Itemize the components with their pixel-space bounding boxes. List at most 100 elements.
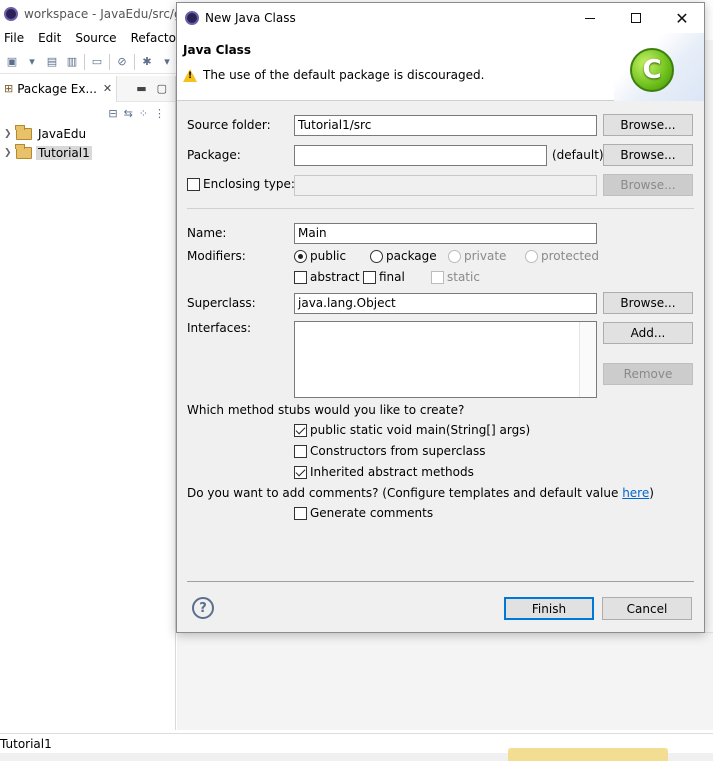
tree-item-tutorial1[interactable]: ❯ Tutorial1	[0, 143, 175, 162]
save-all-icon[interactable]: ▥	[64, 54, 80, 70]
checkbox-box	[187, 177, 200, 191]
menu-edit[interactable]: Edit	[38, 31, 61, 45]
view-window-controls: ▬ ▢	[136, 82, 175, 95]
checkbox-box	[431, 270, 444, 284]
configure-templates-link[interactable]: here	[622, 486, 649, 500]
close-button[interactable]: ✕	[659, 3, 705, 33]
source-folder-field[interactable]: Tutorial1/src	[294, 115, 597, 136]
package-default-label: (default)	[552, 148, 604, 162]
stub-constructors-label: Constructors from superclass	[310, 444, 486, 458]
radio-dot	[294, 249, 307, 263]
menu-file[interactable]: File	[4, 31, 24, 45]
class-name-field[interactable]: Main	[294, 223, 597, 244]
modifier-protected-label: protected	[541, 249, 600, 263]
dropdown-arrow-icon[interactable]: ▾	[24, 54, 40, 70]
stub-constructors-checkbox[interactable]: Constructors from superclass	[294, 444, 486, 458]
modifier-final-checkbox[interactable]: final	[363, 270, 405, 284]
close-icon[interactable]: ✕	[103, 82, 112, 95]
finish-button[interactable]: Finish	[504, 597, 594, 620]
cancel-button[interactable]: Cancel	[602, 597, 692, 620]
wizard-header: Java Class The use of the default packag…	[177, 33, 704, 101]
checkbox-box	[363, 270, 376, 284]
new-java-class-dialog: New Java Class ✕ Java Class The use of t…	[176, 2, 705, 633]
status-text: Tutorial1	[0, 736, 52, 751]
modifier-package-radio[interactable]: package	[370, 249, 437, 263]
superclass-field[interactable]: java.lang.Object	[294, 293, 597, 314]
interfaces-remove-button: Remove	[603, 363, 693, 385]
package-explorer-tab[interactable]: ⊞ Package Ex... ✕	[0, 75, 118, 102]
collapse-all-icon[interactable]: ⊟	[108, 107, 117, 120]
debug-icon[interactable]: ✱	[139, 54, 155, 70]
enclosing-type-checkbox[interactable]: Enclosing type:	[187, 177, 295, 191]
skip-breakpoints-icon[interactable]: ⊘	[114, 54, 130, 70]
chevron-right-icon[interactable]: ❯	[4, 129, 14, 139]
stub-main-checkbox[interactable]: public static void main(String[] args)	[294, 423, 530, 437]
warning-message: The use of the default package is discou…	[203, 68, 485, 82]
eclipse-window-title: workspace - JavaEdu/src/gra	[24, 7, 194, 21]
stub-main-label: public static void main(String[] args)	[310, 423, 531, 437]
tree-item-javaedu[interactable]: ❯ JavaEdu	[0, 124, 175, 143]
wizard-page-title: Java Class	[183, 43, 251, 57]
source-folder-browse-button[interactable]: Browse...	[603, 114, 693, 136]
modifier-private-label: private	[464, 249, 507, 263]
chevron-right-icon[interactable]: ❯	[4, 148, 14, 158]
editor-edge	[704, 40, 713, 640]
filter-icon[interactable]: ⁘	[139, 107, 148, 120]
view-menu-icon[interactable]: ⋮	[154, 107, 165, 120]
modifier-static-checkbox: static	[431, 270, 480, 284]
terminal-icon[interactable]: ▭	[89, 54, 105, 70]
project-name: JavaEdu	[38, 126, 87, 141]
link-with-editor-icon[interactable]: ⇆	[124, 107, 133, 120]
eclipse-app-icon	[4, 7, 18, 21]
modifier-abstract-checkbox[interactable]: abstract	[294, 270, 360, 284]
package-explorer-icon: ⊞	[4, 82, 14, 95]
eclipse-toolbar: ▣ ▾ ▤ ▥ ▭ ⊘ ✱ ▾	[0, 50, 176, 74]
modifier-package-label: package	[386, 249, 437, 263]
wizard-message: The use of the default package is discou…	[183, 68, 484, 82]
menu-source[interactable]: Source	[75, 31, 116, 45]
package-label: Package:	[187, 148, 241, 162]
modifier-abstract-label: abstract	[310, 270, 360, 284]
modifier-static-label: static	[447, 270, 480, 284]
modifier-public-radio[interactable]: public	[294, 249, 346, 263]
checkbox-box	[294, 506, 307, 520]
generate-comments-label: Generate comments	[310, 506, 434, 520]
interfaces-list[interactable]	[294, 321, 597, 398]
checkbox-box	[294, 444, 307, 458]
modifier-protected-radio: protected	[525, 249, 599, 263]
java-project-icon	[15, 124, 32, 140]
modifier-private-radio: private	[448, 249, 506, 263]
interfaces-add-button[interactable]: Add...	[603, 322, 693, 344]
new-wizard-icon[interactable]: ▣	[4, 54, 20, 70]
superclass-browse-button[interactable]: Browse...	[603, 292, 693, 314]
form-separator	[187, 208, 694, 209]
comments-question-text: Do you want to add comments? (Configure …	[187, 486, 623, 500]
save-icon[interactable]: ▤	[44, 54, 60, 70]
superclass-label: Superclass:	[187, 296, 256, 310]
method-stubs-question: Which method stubs would you like to cre…	[187, 403, 465, 417]
maximize-button[interactable]	[613, 3, 659, 33]
source-folder-label: Source folder:	[187, 118, 271, 132]
toolbar-separator	[134, 53, 135, 70]
maximize-view-icon[interactable]: ▢	[157, 82, 167, 95]
generate-comments-checkbox[interactable]: Generate comments	[294, 506, 433, 520]
stub-inherited-label: Inherited abstract methods	[310, 465, 474, 479]
checkbox-box	[294, 423, 307, 437]
warning-icon	[183, 68, 197, 82]
package-explorer-view: ⊞ Package Ex... ✕ ▬ ▢ ⊟ ⇆ ⁘ ⋮ ❯ JavaEdu …	[0, 75, 176, 730]
debug-dropdown-icon[interactable]: ▾	[159, 54, 175, 70]
help-icon[interactable]: ?	[192, 597, 214, 619]
radio-dot	[525, 249, 538, 263]
comments-question-suffix: )	[649, 486, 654, 500]
menu-refactor[interactable]: Refactor	[131, 31, 181, 45]
package-browse-button[interactable]: Browse...	[603, 144, 693, 166]
minimize-button[interactable]	[567, 3, 613, 33]
minimize-view-icon[interactable]: ▬	[136, 82, 146, 95]
java-project-icon	[15, 143, 32, 159]
minimize-icon	[585, 17, 595, 19]
package-explorer-tabbar: ⊞ Package Ex... ✕ ▬ ▢	[0, 75, 175, 102]
stub-inherited-checkbox[interactable]: Inherited abstract methods	[294, 465, 474, 479]
package-field[interactable]	[294, 145, 547, 166]
interfaces-scrollbar[interactable]	[579, 322, 596, 397]
java-class-icon: C	[630, 48, 674, 92]
